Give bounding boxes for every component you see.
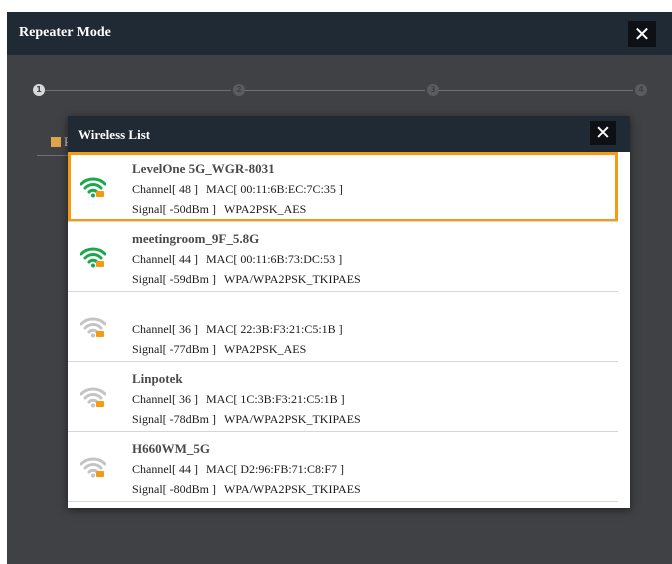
network-signal: Signal[ -59dBm ] bbox=[132, 272, 216, 286]
wifi-signal-icon bbox=[80, 247, 106, 268]
network-signal-security: Signal[ -78dBm ] WPA/WPA2PSK_TKIPAES bbox=[132, 412, 361, 427]
wifi-signal-icon bbox=[80, 177, 106, 198]
network-mac: MAC[ 1C:3B:F3:21:C5:1B ] bbox=[205, 392, 345, 406]
network-security: WPA/WPA2PSK_TKIPAES bbox=[224, 412, 361, 426]
network-signal: Signal[ -77dBm ] bbox=[132, 342, 216, 356]
network-mac: MAC[ 22:3B:F3:21:C5:1B ] bbox=[205, 322, 343, 336]
close-icon[interactable]: ✕ bbox=[590, 121, 616, 145]
step-2-indicator: 2 bbox=[233, 84, 245, 96]
network-ssid: H660WM_5G bbox=[132, 441, 210, 456]
step-1-indicator: 1 bbox=[33, 84, 45, 96]
network-security: WPA/WPA2PSK_TKIPAES bbox=[224, 482, 361, 496]
network-channel-mac: Channel[ 36 ] MAC[ 22:3B:F3:21:C5:1B ] bbox=[132, 322, 343, 337]
network-mac: MAC[ D2:96:FB:71:C8:F7 ] bbox=[205, 462, 345, 476]
network-signal-security: Signal[ -50dBm ] WPA2PSK_AES bbox=[132, 202, 306, 217]
network-signal-security: Signal[ -59dBm ] WPA/WPA2PSK_TKIPAES bbox=[132, 272, 361, 287]
step-connector bbox=[245, 90, 425, 91]
close-icon[interactable]: ✕ bbox=[628, 21, 656, 47]
network-channel: Channel[ 36 ] bbox=[132, 322, 198, 336]
modal-title: Repeater Mode bbox=[19, 25, 111, 40]
network-security: WPA2PSK_AES bbox=[224, 202, 307, 216]
step-connector bbox=[45, 90, 231, 91]
network-channel-mac: Channel[ 36 ] MAC[ 1C:3B:F3:21:C5:1B ] bbox=[132, 392, 345, 407]
network-channel: Channel[ 48 ] bbox=[132, 182, 198, 196]
wifi-signal-icon bbox=[80, 457, 106, 478]
network-channel: Channel[ 36 ] bbox=[132, 392, 198, 406]
network-mac: MAC[ 00:11:6B:EC:7C:35 ] bbox=[205, 182, 343, 196]
network-signal: Signal[ -78dBm ] bbox=[132, 412, 216, 426]
network-signal: Signal[ -50dBm ] bbox=[132, 202, 216, 216]
network-channel: Channel[ 44 ] bbox=[132, 462, 198, 476]
network-signal-security: Signal[ -77dBm ] WPA2PSK_AES bbox=[132, 342, 306, 357]
step-connector bbox=[439, 90, 633, 91]
network-channel-mac: Channel[ 44 ] MAC[ D2:96:FB:71:C8:F7 ] bbox=[132, 462, 344, 477]
network-channel-mac: Channel[ 48 ] MAC[ 00:11:6B:EC:7C:35 ] bbox=[132, 182, 343, 197]
network-security: WPA2PSK_AES bbox=[224, 342, 307, 356]
network-mac: MAC[ 00:11:6B:73:DC:53 ] bbox=[205, 252, 343, 266]
network-security: WPA/WPA2PSK_TKIPAES bbox=[224, 272, 361, 286]
step-4-indicator: 4 bbox=[635, 84, 647, 96]
wifi-network-item[interactable]: Linpotek Channel[ 36 ] MAC[ 1C:3B:F3:21:C… bbox=[68, 362, 618, 432]
wifi-network-item[interactable]: LevelOne 5G_WGR-8031 Channel[ 48 ] MAC[ 0… bbox=[68, 152, 618, 222]
wifi-network-item[interactable]: Channel[ 36 ] MAC[ 22:3B:F3:21:C5:1B ] Si… bbox=[68, 292, 618, 362]
network-ssid: LevelOne 5G_WGR-8031 bbox=[132, 161, 275, 176]
dialog-header: Wireless List ✕ bbox=[68, 116, 630, 152]
network-signal-security: Signal[ -80dBm ] WPA/WPA2PSK_TKIPAES bbox=[132, 482, 361, 497]
wifi-signal-icon bbox=[80, 387, 106, 408]
wireless-list-dialog: Wireless List ✕ LevelOne 5G_WGR-8031 Cha… bbox=[68, 116, 630, 508]
wifi-network-item[interactable]: H660WM_5G Channel[ 44 ] MAC[ D2:96:FB:71:… bbox=[68, 432, 618, 502]
network-ssid: Linpotek bbox=[132, 371, 183, 386]
wifi-signal-icon bbox=[80, 317, 106, 338]
dialog-title: Wireless List bbox=[78, 127, 151, 142]
network-channel-mac: Channel[ 44 ] MAC[ 00:11:6B:73:DC:53 ] bbox=[132, 252, 342, 267]
section-marker-icon bbox=[51, 137, 61, 147]
wireless-network-list: LevelOne 5G_WGR-8031 Channel[ 48 ] MAC[ 0… bbox=[68, 152, 630, 508]
network-channel: Channel[ 44 ] bbox=[132, 252, 198, 266]
network-ssid: meetingroom_9F_5.8G bbox=[132, 231, 260, 246]
step-3-indicator: 3 bbox=[427, 84, 439, 96]
modal-header: Repeater Mode ✕ bbox=[7, 12, 672, 55]
wifi-network-item[interactable]: meetingroom_9F_5.8G Channel[ 44 ] MAC[ 00… bbox=[68, 222, 618, 292]
divider bbox=[68, 501, 618, 502]
network-signal: Signal[ -80dBm ] bbox=[132, 482, 216, 496]
